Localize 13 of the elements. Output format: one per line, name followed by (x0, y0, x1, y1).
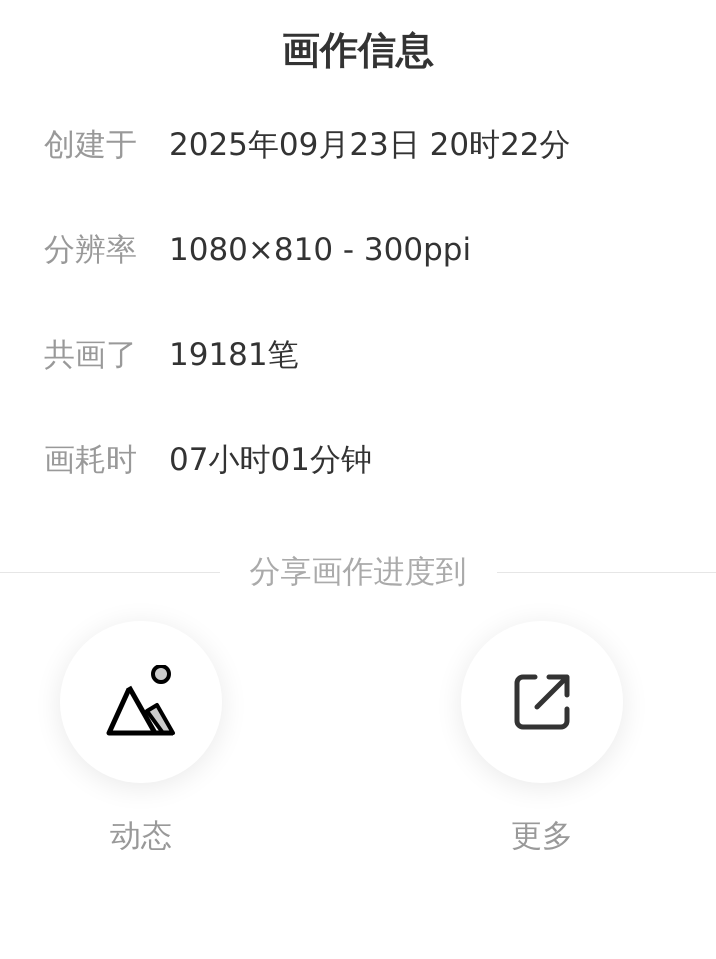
share-icon (513, 673, 571, 731)
info-value: 1080×810 - 300ppi (169, 232, 472, 268)
info-value: 19181笔 (169, 336, 299, 375)
share-heading: 分享画作进度到 (250, 553, 466, 592)
info-label: 分辨率 (43, 231, 137, 270)
dialog-title: 画作信息 (282, 27, 434, 74)
share-target-label: 更多 (511, 817, 573, 856)
share-target-label: 动态 (110, 817, 172, 856)
info-value: 07小时01分钟 (169, 441, 372, 480)
info-value: 2025年09月23日 20时22分 (169, 126, 571, 165)
info-label: 画耗时 (43, 441, 137, 480)
info-label: 共画了 (43, 336, 137, 375)
info-label: 创建于 (43, 126, 137, 165)
